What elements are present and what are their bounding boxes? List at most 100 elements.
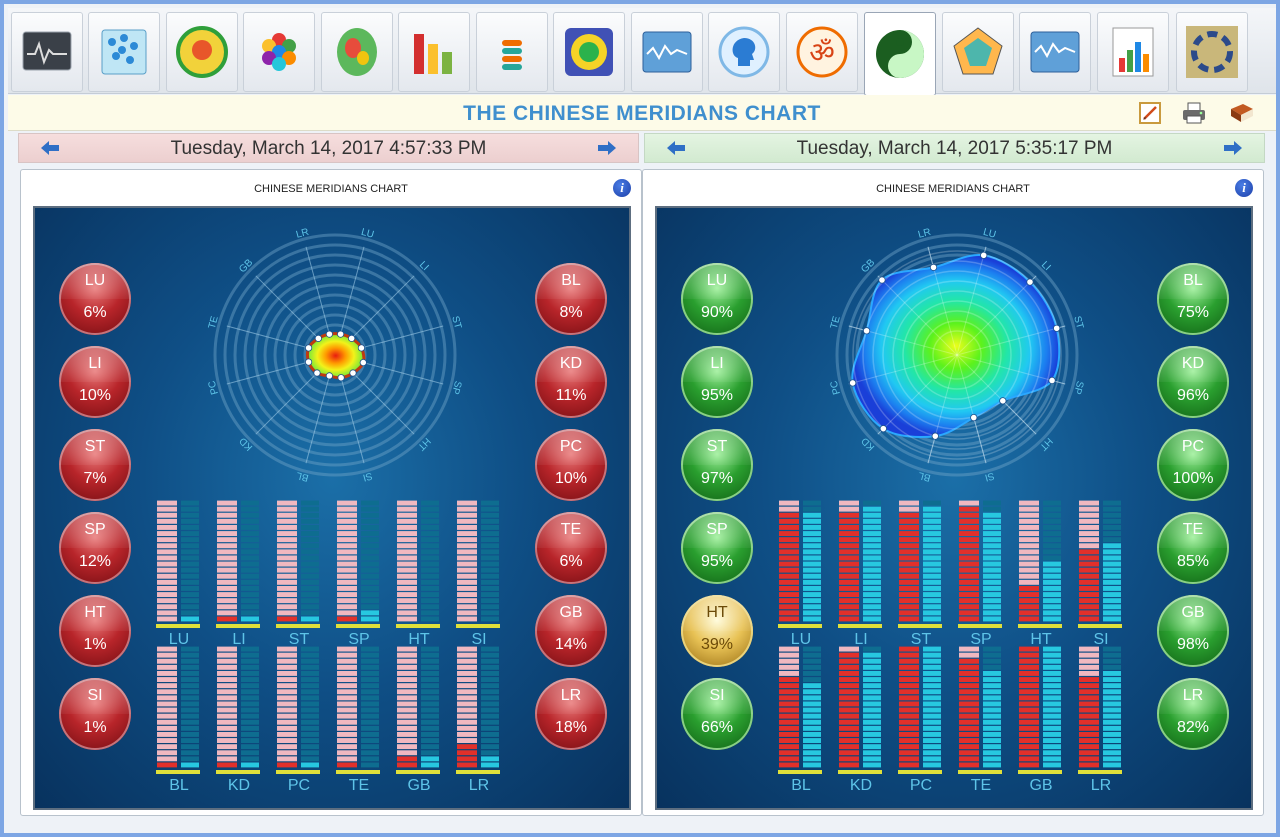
toolbar-button-waveform[interactable]	[631, 12, 703, 92]
bar-segment-red	[779, 512, 799, 518]
bar-segment-red	[1079, 537, 1099, 543]
bar-segment-cyan	[863, 701, 881, 707]
bar-segment-red	[457, 677, 477, 682]
bar-segment-red	[959, 537, 979, 543]
toolbar-button-waveform-2[interactable]	[1019, 12, 1091, 92]
bar-segment-cyan	[1043, 610, 1061, 616]
bar-segment-red	[1079, 518, 1099, 524]
bar-segment-red	[779, 537, 799, 543]
bar-segment-red	[157, 561, 177, 567]
toolbar-button-mandala[interactable]	[553, 12, 625, 92]
bar-segment-red	[959, 525, 979, 530]
bar-segment-cyan	[361, 616, 379, 622]
bar-segment-red	[157, 664, 177, 670]
bar-segment-red	[337, 744, 357, 750]
toolbar-button-sphere[interactable]	[166, 12, 238, 92]
info-icon[interactable]: i	[1235, 179, 1253, 197]
toolbar-button-report-chart[interactable]	[1097, 12, 1169, 92]
ball-value: 98%	[1176, 636, 1210, 653]
bar-segment-red	[779, 500, 799, 506]
bar-segment-red	[839, 646, 859, 652]
bar-segment-red	[899, 762, 919, 768]
bar-segment-red	[397, 592, 417, 597]
toolbar-button-hexagons[interactable]	[243, 12, 315, 92]
bar-segment-red	[217, 567, 237, 573]
bar-segment-cyan	[1043, 549, 1061, 555]
bar-segment-red	[1019, 713, 1039, 719]
bar-segment-cyan	[361, 732, 379, 737]
bar-segment-cyan	[241, 518, 259, 524]
toolbar-button-brain-map[interactable]	[321, 12, 393, 92]
bar-segment-cyan	[421, 555, 439, 561]
bar-segment-red	[1079, 616, 1099, 622]
bar-segment-cyan	[361, 604, 379, 610]
waveform-icon	[642, 31, 692, 73]
ball-value: 8%	[559, 304, 583, 321]
bar-segment-red	[1019, 610, 1039, 616]
bar-segment-cyan	[1043, 598, 1061, 604]
hexagons-icon	[262, 33, 296, 71]
bar-segment-red	[1019, 750, 1039, 756]
bar-segment-red	[277, 543, 297, 549]
bar-segment-red	[779, 531, 799, 536]
radar-axis-label: SI	[983, 470, 995, 483]
toolbar-button-logo-knot[interactable]	[1176, 12, 1248, 92]
bar-segment-red	[397, 738, 417, 743]
bar-segment-cyan	[1043, 707, 1061, 713]
bar-segment-cyan	[301, 537, 319, 543]
bar-label: BL	[169, 777, 189, 790]
bar-segment-red	[217, 610, 237, 616]
toolbar-button-yin-yang[interactable]	[864, 12, 936, 96]
toolbar-button-om[interactable]: ॐ	[786, 12, 858, 92]
bar-segment-cyan	[983, 586, 1001, 591]
toolbar-button-bar-chart[interactable]	[398, 12, 470, 92]
bar-segment-red	[277, 646, 297, 652]
bar-segment-red	[1079, 604, 1099, 610]
bar-segment-cyan	[1043, 689, 1061, 695]
bar-segment-red	[779, 738, 799, 743]
bar-segment-cyan	[1043, 512, 1061, 518]
bar-segment-cyan	[481, 646, 499, 652]
bar-segment-cyan	[301, 567, 319, 573]
toolbar-button-spine[interactable]	[476, 12, 548, 92]
bar-segment-cyan	[361, 579, 379, 585]
bar-segment-red	[779, 707, 799, 713]
bar-segment-red	[839, 506, 859, 512]
bar-segment-cyan	[803, 713, 821, 719]
bar-segment-cyan	[301, 695, 319, 701]
bar-segment-cyan	[421, 646, 439, 652]
toolbar-button-pentagon-radar[interactable]	[942, 12, 1014, 92]
bar-segment-red	[457, 744, 477, 750]
bar-segment-cyan	[863, 683, 881, 689]
bar-segment-cyan	[481, 664, 499, 670]
bar-label: HT	[408, 631, 430, 648]
bar-segment-red	[779, 610, 799, 616]
ball-label: HT	[706, 604, 728, 621]
next-arrow-icon[interactable]	[1222, 139, 1244, 157]
meridian-ball-li: LI 95%	[681, 346, 753, 418]
ball-value: 6%	[559, 553, 583, 570]
bar-segment-cyan	[1043, 604, 1061, 610]
info-icon[interactable]: i	[613, 179, 631, 197]
toolbar-button-bubbles[interactable]	[88, 12, 160, 92]
bar-segment-cyan	[1043, 500, 1061, 506]
bar-segment-cyan	[361, 610, 379, 616]
bar-segment-cyan	[181, 537, 199, 543]
bar-segment-cyan	[923, 573, 941, 579]
next-arrow-icon[interactable]	[596, 139, 618, 157]
bar-segment-red	[1019, 707, 1039, 713]
bar-segment-red	[959, 652, 979, 658]
bar-segment-cyan	[481, 750, 499, 756]
bar-segment-red	[899, 725, 919, 731]
book-icon[interactable]	[1228, 99, 1256, 127]
toolbar-button-head-profile[interactable]	[708, 12, 780, 92]
bar-segment-red	[899, 732, 919, 737]
bar-segment-red	[157, 506, 177, 512]
print-icon[interactable]	[1180, 99, 1208, 127]
bar-segment-cyan	[803, 500, 821, 506]
toolbar-button-ecg-monitor[interactable]	[11, 12, 83, 92]
bar-segment-cyan	[863, 573, 881, 579]
bar-segment-cyan	[803, 725, 821, 731]
edit-icon[interactable]	[1136, 99, 1164, 127]
bar-segment-cyan	[481, 592, 499, 597]
